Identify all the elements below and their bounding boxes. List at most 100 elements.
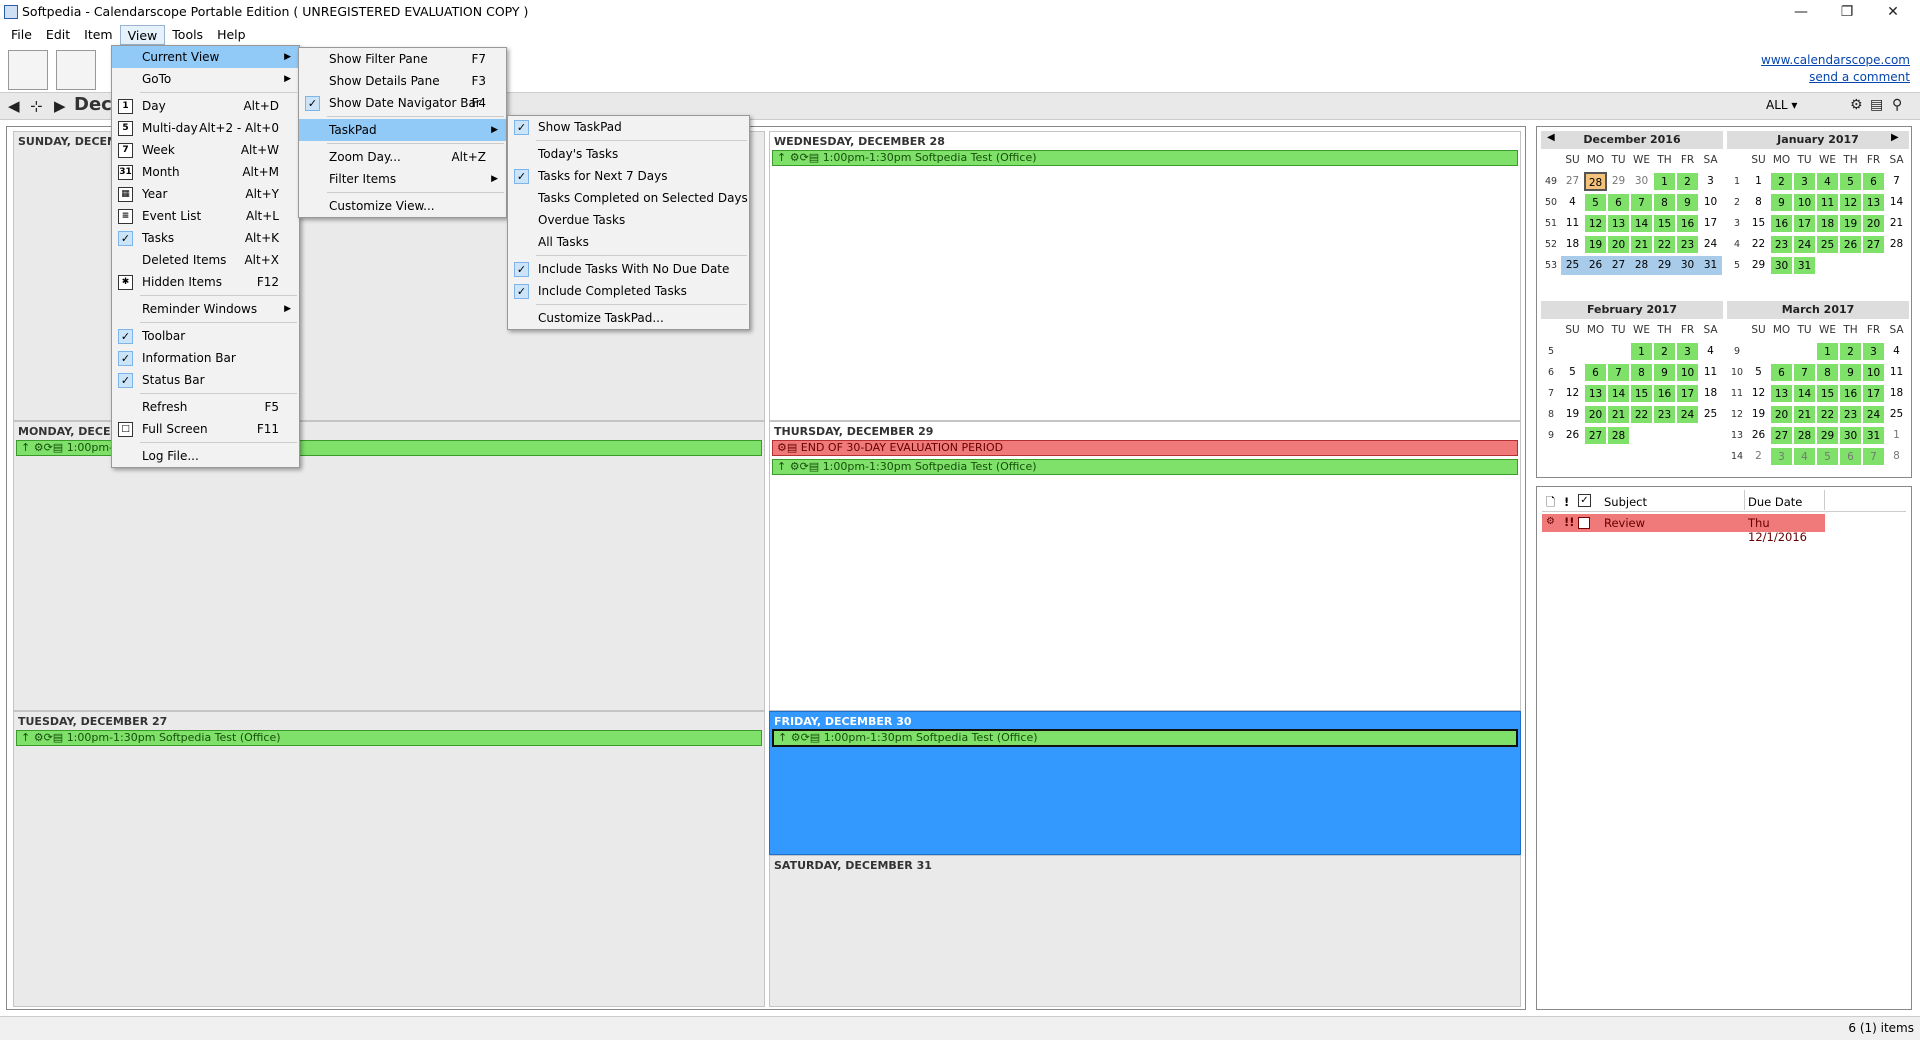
week-number[interactable]: 50 — [1541, 193, 1561, 212]
week-number[interactable]: 49 — [1541, 172, 1561, 191]
mini-calendar-day[interactable]: 10 — [1793, 193, 1816, 212]
menu-item-toolbar[interactable]: ✓ Toolbar — [112, 325, 299, 347]
week-number[interactable]: 3 — [1727, 214, 1747, 233]
mini-calendar-day[interactable]: 16 — [1653, 384, 1676, 403]
mini-calendar-day[interactable]: 7 — [1793, 363, 1816, 382]
mini-calendar-day[interactable]: 28 — [1885, 235, 1908, 254]
menu-item-customize-taskpad[interactable]: Customize TaskPad... — [508, 307, 749, 329]
mini-calendar-day[interactable]: 24 — [1676, 405, 1699, 424]
week-number[interactable]: 51 — [1541, 214, 1561, 233]
mini-calendar-day[interactable]: 20 — [1862, 214, 1885, 233]
menu-item-all-tasks[interactable]: All Tasks — [508, 231, 749, 253]
week-number[interactable]: 5 — [1727, 256, 1747, 275]
send-comment-link[interactable]: send a comment — [1761, 69, 1910, 86]
mini-calendar-day[interactable]: 17 — [1793, 214, 1816, 233]
menu-item-zoom-day[interactable]: Zoom Day... Alt+Z — [299, 146, 506, 168]
mini-calendar-day[interactable]: 1 — [1747, 172, 1770, 191]
mini-calendar-day[interactable]: 8 — [1653, 193, 1676, 212]
event-item[interactable]: ↑ ⚙⟳▤ 1:00pm-1:30pm Softpedia Test (Offi… — [16, 730, 762, 746]
mini-calendar-day[interactable]: 5 — [1747, 363, 1770, 382]
mini-cal-prev-icon[interactable]: ◀ — [1547, 132, 1555, 143]
col-due-date[interactable]: Due Date — [1748, 495, 1802, 509]
mini-calendar-day[interactable]: 23 — [1676, 235, 1699, 254]
week-number[interactable]: 6 — [1541, 363, 1561, 382]
mini-calendar-day[interactable]: 5 — [1839, 172, 1862, 191]
mini-calendar-day[interactable]: 9 — [1770, 193, 1793, 212]
mini-calendar-day[interactable]: 11 — [1885, 363, 1908, 382]
mini-calendar-day[interactable]: 29 — [1653, 256, 1676, 275]
mini-calendar-day[interactable]: 2 — [1770, 172, 1793, 191]
week-number[interactable]: 2 — [1727, 193, 1747, 212]
menu-item-goto[interactable]: GoTo ▶ — [112, 68, 299, 90]
week-number[interactable]: 7 — [1541, 384, 1561, 403]
menu-item-reminder-windows[interactable]: Reminder Windows ▶ — [112, 298, 299, 320]
task-checkbox[interactable] — [1578, 517, 1590, 529]
mini-calendar-day[interactable]: 20 — [1770, 405, 1793, 424]
menu-tools[interactable]: Tools — [165, 25, 210, 45]
mini-calendar-day[interactable]: 2 — [1747, 447, 1770, 466]
mini-calendar-day[interactable]: 20 — [1584, 405, 1607, 424]
menu-item-today-s-tasks[interactable]: Today's Tasks — [508, 143, 749, 165]
mini-calendar-day[interactable]: 7 — [1862, 447, 1885, 466]
mini-calendar-day[interactable]: 3 — [1676, 342, 1699, 361]
mini-calendar-day[interactable]: 9 — [1653, 363, 1676, 382]
mini-calendar-day[interactable]: 27 — [1584, 426, 1607, 445]
mini-calendar-day[interactable]: 14 — [1607, 384, 1630, 403]
mini-calendar-day[interactable]: 1 — [1885, 426, 1908, 445]
week-number[interactable]: 4 — [1727, 235, 1747, 254]
week-number[interactable]: 1 — [1727, 172, 1747, 191]
menu-item-multi-day[interactable]: 5 Multi-day Alt+2 - Alt+0 — [112, 117, 299, 139]
menu-item-filter-items[interactable]: Filter Items ▶ — [299, 168, 506, 190]
mini-calendar-day[interactable]: 11 — [1699, 363, 1722, 382]
menu-item-show-details-pane[interactable]: Show Details Pane F3 — [299, 70, 506, 92]
mini-calendar-day[interactable]: 6 — [1770, 363, 1793, 382]
menu-item-current-view[interactable]: Current View ▶ — [112, 46, 299, 68]
calendar-view-icon[interactable] — [56, 50, 96, 90]
mini-calendar-day[interactable]: 6 — [1862, 172, 1885, 191]
mini-calendar-day[interactable]: 3 — [1793, 172, 1816, 191]
mini-calendar-day[interactable]: 7 — [1630, 193, 1653, 212]
mini-calendar-day[interactable]: 2 — [1676, 172, 1699, 191]
mini-calendar-day[interactable]: 12 — [1584, 214, 1607, 233]
mini-calendar-day[interactable]: 18 — [1699, 384, 1722, 403]
event-item[interactable]: ↑ ⚙⟳▤ 1:00pm-1:30pm Softpedia Test (Offi… — [772, 459, 1518, 475]
mini-calendar-day[interactable]: 12 — [1747, 384, 1770, 403]
mini-calendar-day[interactable]: 20 — [1607, 235, 1630, 254]
mini-calendar-day[interactable]: 10 — [1676, 363, 1699, 382]
mini-calendar-day[interactable]: 13 — [1584, 384, 1607, 403]
next-arrow-icon[interactable]: ▶ — [54, 97, 66, 115]
mini-calendar-day[interactable]: 1 — [1630, 342, 1653, 361]
mini-calendar-day[interactable]: 28 — [1630, 256, 1653, 275]
mini-calendar-day[interactable]: 8 — [1747, 193, 1770, 212]
mini-calendar-day[interactable]: 4 — [1793, 447, 1816, 466]
week-number[interactable]: 11 — [1727, 384, 1747, 403]
close-icon[interactable]: ✕ — [1870, 0, 1916, 24]
mini-calendar-day[interactable]: 17 — [1862, 384, 1885, 403]
mini-calendar-day[interactable]: 21 — [1885, 214, 1908, 233]
week-number[interactable]: 10 — [1727, 363, 1747, 382]
menu-item-tasks[interactable]: ✓ Tasks Alt+K — [112, 227, 299, 249]
week-number[interactable]: 53 — [1541, 256, 1561, 275]
mini-calendar-day[interactable]: 24 — [1862, 405, 1885, 424]
mini-calendar-day[interactable]: 10 — [1699, 193, 1722, 212]
mini-calendar-day[interactable]: 19 — [1747, 405, 1770, 424]
day-cell-tuesday[interactable]: TUESDAY, DECEMBER 27 ↑ ⚙⟳▤ 1:00pm-1:30pm… — [13, 711, 765, 1007]
mini-calendar-day[interactable]: 4 — [1885, 342, 1908, 361]
mini-calendar-day[interactable]: 18 — [1816, 214, 1839, 233]
mini-calendar-day[interactable]: 9 — [1839, 363, 1862, 382]
restore-icon[interactable]: ❐ — [1824, 0, 1870, 24]
mini-calendar-day[interactable]: 2 — [1653, 342, 1676, 361]
mini-calendar-day[interactable]: 5 — [1816, 447, 1839, 466]
menu-item-taskpad[interactable]: TaskPad ▶ — [299, 119, 506, 141]
mini-calendar-day[interactable]: 14 — [1885, 193, 1908, 212]
mini-calendar-day[interactable]: 30 — [1676, 256, 1699, 275]
mini-calendar-day[interactable]: 24 — [1699, 235, 1722, 254]
mini-calendar-day[interactable]: 13 — [1770, 384, 1793, 403]
mini-calendar-day[interactable]: 22 — [1816, 405, 1839, 424]
mini-calendar-day[interactable]: 6 — [1584, 363, 1607, 382]
menu-file[interactable]: File — [4, 25, 39, 45]
mini-calendar-day[interactable]: 30 — [1770, 256, 1793, 275]
col-subject[interactable]: Subject — [1604, 495, 1647, 509]
mini-calendar-day[interactable]: 5 — [1561, 363, 1584, 382]
mini-calendar-day[interactable]: 8 — [1816, 363, 1839, 382]
